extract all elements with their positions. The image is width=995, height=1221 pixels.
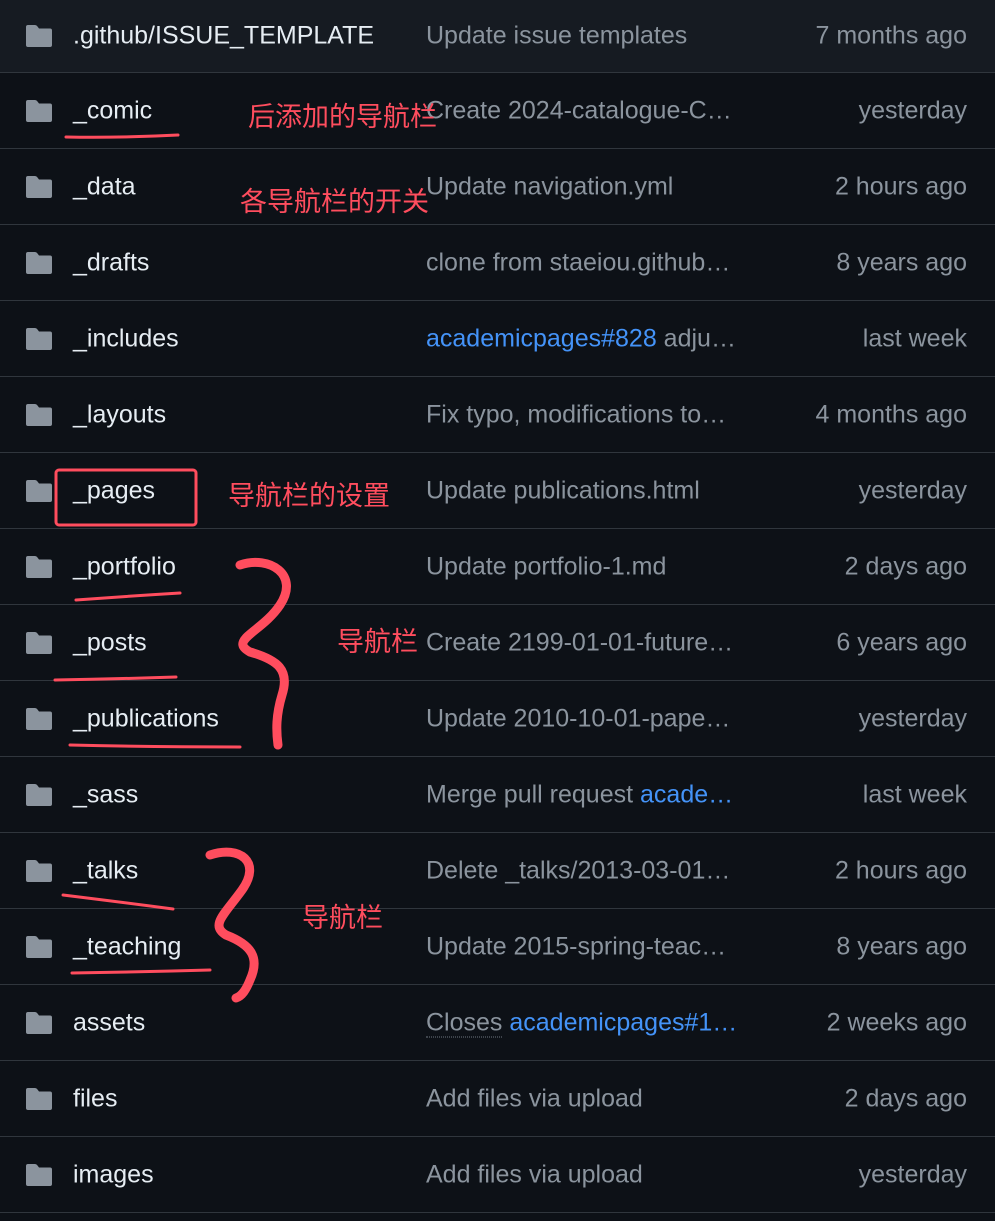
file-name-link[interactable]: _data: [73, 172, 136, 201]
file-name-link[interactable]: _teaching: [73, 932, 181, 961]
folder-icon: [24, 783, 54, 807]
commit-time[interactable]: 2 hours ago: [835, 172, 967, 201]
commit-message[interactable]: Create 2199-01-01-future…: [426, 628, 742, 657]
commit-message[interactable]: Create 2024-catalogue-C…: [426, 96, 742, 125]
table-row[interactable]: _pages Update publications.html yesterday: [0, 453, 995, 529]
table-row[interactable]: assets Closes academicpages#1… 2 weeks ago: [0, 985, 995, 1061]
file-name-link[interactable]: _layouts: [73, 400, 166, 429]
commit-time[interactable]: last week: [863, 780, 967, 809]
table-row[interactable]: _data Update navigation.yml 2 hours ago: [0, 149, 995, 225]
file-name-link[interactable]: _includes: [73, 324, 179, 353]
folder-icon: [24, 403, 54, 427]
issue-link[interactable]: academicpages#1…: [502, 1008, 737, 1036]
file-table: .github/ISSUE_TEMPLATE Update issue templ…: [0, 0, 995, 1213]
folder-icon: [24, 327, 54, 351]
file-name-link[interactable]: _talks: [73, 856, 138, 885]
folder-icon: [24, 24, 54, 48]
folder-icon: [24, 555, 54, 579]
table-row[interactable]: files Add files via upload 2 days ago: [0, 1061, 995, 1137]
folder-icon: [24, 1087, 54, 1111]
file-name-link[interactable]: files: [73, 1084, 117, 1113]
table-row[interactable]: _layouts Fix typo, modifications to… 4 mon…: [0, 377, 995, 453]
commit-time[interactable]: yesterday: [859, 1160, 967, 1189]
commit-message[interactable]: Add files via upload: [426, 1084, 742, 1113]
file-name-link[interactable]: _comic: [73, 96, 152, 125]
commit-message[interactable]: Add files via upload: [426, 1160, 742, 1189]
commit-message-text[interactable]: Closes: [426, 1008, 503, 1037]
table-row[interactable]: _teaching Update 2015-spring-teac… 8 years…: [0, 909, 995, 985]
table-row[interactable]: .github/ISSUE_TEMPLATE Update issue templ…: [0, 0, 995, 73]
commit-time[interactable]: 2 weeks ago: [827, 1008, 967, 1037]
commit-message-text: adju…: [656, 324, 736, 352]
file-name-link[interactable]: images: [73, 1160, 154, 1189]
folder-icon: [24, 631, 54, 655]
annotation-group2-note: 导航栏: [302, 903, 383, 934]
commit-message[interactable]: Fix typo, modifications to…: [426, 400, 742, 429]
issue-link[interactable]: acade…: [640, 780, 733, 808]
table-row[interactable]: images Add files via upload yesterday: [0, 1137, 995, 1213]
folder-icon: [24, 251, 54, 275]
commit-time[interactable]: 8 years ago: [836, 932, 967, 961]
folder-icon: [24, 1011, 54, 1035]
file-name-link[interactable]: _drafts: [73, 248, 149, 277]
commit-message[interactable]: Update navigation.yml: [426, 172, 742, 201]
commit-time[interactable]: yesterday: [859, 476, 967, 505]
commit-message[interactable]: academicpages#828 adju…: [426, 324, 742, 353]
commit-message[interactable]: Closes academicpages#1…: [426, 1008, 742, 1037]
commit-message-text: Merge pull request: [426, 780, 641, 808]
commit-message[interactable]: Update 2015-spring-teac…: [426, 932, 742, 961]
folder-icon: [24, 99, 54, 123]
commit-time[interactable]: 6 years ago: [836, 628, 967, 657]
commit-message[interactable]: Merge pull request acade…: [426, 780, 742, 809]
file-name-link[interactable]: _posts: [73, 628, 147, 657]
folder-icon: [24, 1163, 54, 1187]
commit-time[interactable]: yesterday: [859, 704, 967, 733]
commit-message[interactable]: Update 2010-10-01-pape…: [426, 704, 742, 733]
commit-time[interactable]: 4 months ago: [816, 400, 968, 429]
table-row[interactable]: _drafts clone from staeiou.github… 8 years…: [0, 225, 995, 301]
file-name-link[interactable]: _publications: [73, 704, 219, 733]
commit-time[interactable]: 7 months ago: [816, 22, 968, 51]
file-name-link[interactable]: _portfolio: [73, 552, 176, 581]
file-name-link[interactable]: _pages: [73, 476, 155, 505]
file-name-link[interactable]: .github/ISSUE_TEMPLATE: [73, 22, 374, 51]
table-row[interactable]: _publications Update 2010-10-01-pape… yest…: [0, 681, 995, 757]
folder-icon: [24, 479, 54, 503]
folder-icon: [24, 935, 54, 959]
commit-time[interactable]: yesterday: [859, 96, 967, 125]
commit-message[interactable]: clone from staeiou.github…: [426, 248, 742, 277]
folder-icon: [24, 707, 54, 731]
table-row[interactable]: _sass Merge pull request acade… last week: [0, 757, 995, 833]
annotation-comic-note: 后添加的导航栏: [248, 102, 437, 133]
file-name-link[interactable]: assets: [73, 1008, 145, 1037]
commit-time[interactable]: 2 days ago: [845, 552, 967, 581]
file-name-link[interactable]: _sass: [73, 780, 138, 809]
table-row[interactable]: _includes academicpages#828 adju… last wee…: [0, 301, 995, 377]
table-row[interactable]: _comic Create 2024-catalogue-C… yesterday: [0, 73, 995, 149]
commit-message[interactable]: Update publications.html: [426, 476, 742, 505]
folder-icon: [24, 175, 54, 199]
commit-message[interactable]: Update issue templates: [426, 22, 742, 51]
commit-time[interactable]: 2 hours ago: [835, 856, 967, 885]
commit-time[interactable]: 8 years ago: [836, 248, 967, 277]
table-row[interactable]: _portfolio Update portfolio-1.md 2 days ag…: [0, 529, 995, 605]
commit-time[interactable]: last week: [863, 324, 967, 353]
commit-message[interactable]: Update portfolio-1.md: [426, 552, 742, 581]
folder-icon: [24, 859, 54, 883]
annotation-data-note: 各导航栏的开关: [240, 187, 429, 218]
commit-message[interactable]: Delete _talks/2013-03-01…: [426, 856, 742, 885]
table-row[interactable]: _talks Delete _talks/2013-03-01… 2 hours a…: [0, 833, 995, 909]
annotation-group1-note: 导航栏: [337, 627, 418, 658]
issue-link[interactable]: academicpages#828: [426, 324, 657, 352]
annotation-pages-note: 导航栏的设置: [228, 481, 390, 512]
commit-time[interactable]: 2 days ago: [845, 1084, 967, 1113]
table-row[interactable]: _posts Create 2199-01-01-future… 6 years a…: [0, 605, 995, 681]
